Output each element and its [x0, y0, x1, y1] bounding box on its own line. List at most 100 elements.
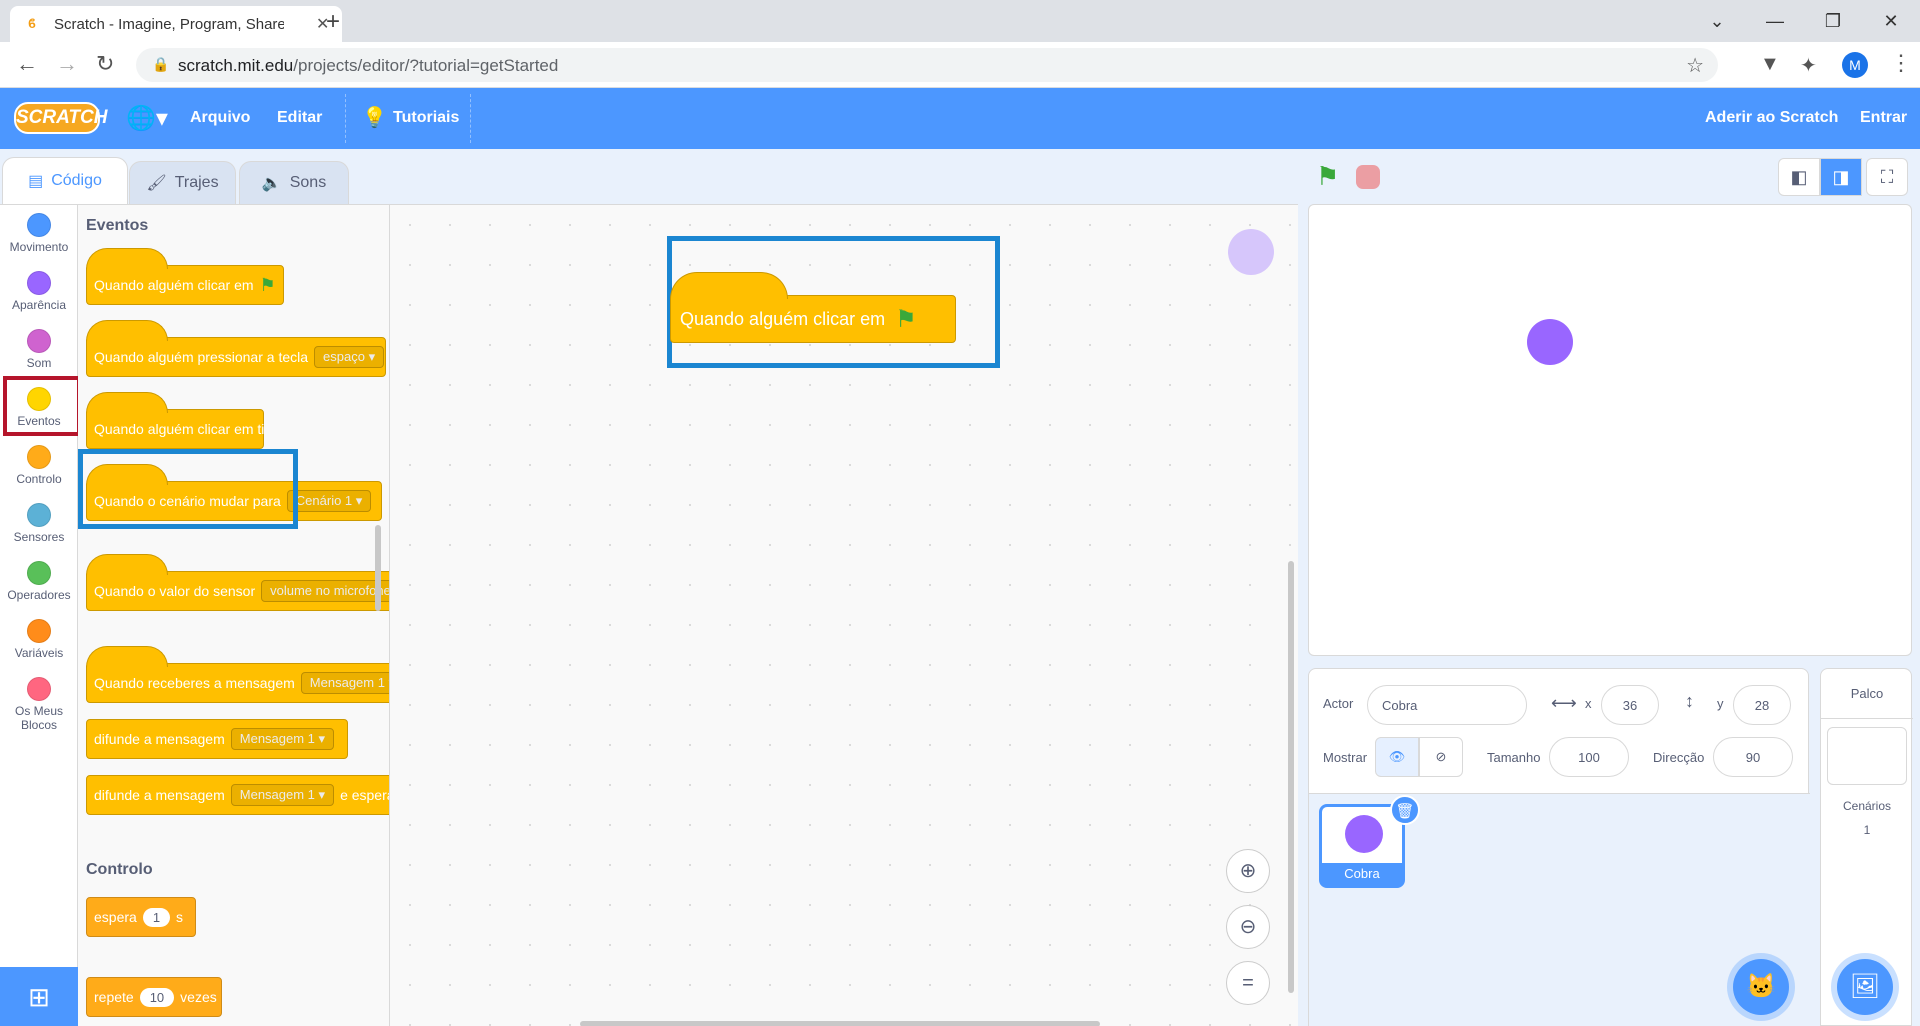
category-label: Os Meus Blocos	[14, 704, 63, 732]
key-dropdown[interactable]: espaço ▾	[314, 346, 385, 368]
stage-sprite-cobra[interactable]	[1527, 319, 1573, 365]
category-label: Variáveis	[14, 646, 64, 660]
code-workspace: Movimento Aparência Som Eventos Controlo…	[0, 204, 1298, 1026]
size-field[interactable]: 100	[1549, 737, 1629, 777]
when-flag-clicked-block[interactable]: Quando alguém clicar em ⚑	[86, 248, 284, 305]
tutorials-lightbulb-icon[interactable]: 💡	[362, 105, 387, 130]
category-label: Controlo	[16, 472, 62, 486]
show-label: Mostrar	[1323, 750, 1368, 765]
puzzle-extensions-icon[interactable]: ✦	[1800, 53, 1817, 78]
menu-file[interactable]: Arquivo	[190, 109, 250, 127]
repeat-input[interactable]: 10	[139, 987, 175, 1007]
script-when-flag-clicked-block[interactable]: Quando alguém clicar em ⚑	[670, 272, 956, 343]
palette-scrollbar[interactable]	[375, 525, 381, 611]
tab-code[interactable]: ▤ Código	[2, 157, 128, 204]
zoom-reset-button[interactable]: =	[1226, 961, 1270, 1005]
block-text: Quando alguém clicar em	[680, 308, 886, 329]
stage-header: ⚑ ◧ ◨ ⛶	[1308, 149, 1920, 204]
bookmark-star-icon[interactable]: ☆	[1686, 53, 1704, 78]
wait-input[interactable]: 1	[142, 907, 171, 927]
backdrop-dropdown[interactable]: Cenário 1 ▾	[286, 490, 372, 512]
language-globe-icon[interactable]: 🌐▾	[126, 104, 168, 133]
broadcast-block[interactable]: difunde a mensagem Mensagem 1 ▾	[86, 719, 348, 759]
stop-button[interactable]	[1356, 165, 1380, 189]
category-sensing[interactable]: Sensores	[0, 503, 78, 544]
when-receive-message-block[interactable]: Quando receberes a mensagem Mensagem 1 ▾	[86, 646, 389, 703]
sign-in-link[interactable]: Entrar	[1860, 109, 1907, 127]
sprite-name-field[interactable]: Cobra	[1367, 685, 1527, 725]
broadcast-wait-dropdown[interactable]: Mensagem 1 ▾	[230, 784, 335, 806]
small-stage-button[interactable]: ◧	[1778, 158, 1820, 196]
message-dropdown[interactable]: Mensagem 1 ▾	[300, 672, 389, 694]
tab-search-icon[interactable]: ⌄	[1688, 11, 1746, 32]
sprite-tile-cobra[interactable]: Cobra 🗑	[1319, 795, 1420, 888]
horizontal-scrollbar[interactable]	[580, 1021, 1100, 1026]
menu-edit[interactable]: Editar	[277, 109, 322, 127]
url-text: scratch.mit.edu/projects/editor/?tutoria…	[178, 56, 558, 76]
category-my-blocks[interactable]: Os Meus Blocos	[0, 677, 78, 732]
category-label: Aparência	[11, 298, 67, 312]
back-icon[interactable]: ←	[16, 51, 38, 77]
category-control[interactable]: Controlo	[0, 445, 78, 486]
script-canvas[interactable]: Quando alguém clicar em ⚑ ⊕ ⊖ =	[390, 205, 1298, 1026]
category-operators[interactable]: Operadores	[0, 561, 78, 602]
when-sprite-clicked-block[interactable]: Quando alguém clicar em ti	[86, 392, 264, 449]
show-visible-button[interactable]: 👁	[1375, 737, 1419, 777]
category-sound[interactable]: Som	[0, 329, 78, 370]
restore-icon[interactable]: ❐	[1804, 11, 1862, 32]
y-label: y	[1717, 696, 1724, 711]
vertical-scrollbar[interactable]	[1288, 561, 1294, 993]
y-field[interactable]: 28	[1733, 685, 1791, 725]
close-window-icon[interactable]: ✕	[1862, 11, 1920, 32]
tab-costumes[interactable]: 🖌 Trajes	[129, 161, 236, 204]
new-tab-icon[interactable]: +	[326, 8, 340, 36]
browser-tab[interactable]: ϐ Scratch - Imagine, Program, Share ✕	[10, 6, 342, 42]
scratch-logo[interactable]: SCRATCH	[14, 102, 107, 134]
browser-menu-icon[interactable]: ⋮	[1890, 50, 1912, 76]
zoom-out-button[interactable]: ⊖	[1226, 905, 1270, 949]
broadcast-and-wait-block[interactable]: difunde a mensagem Mensagem 1 ▾ e espera	[86, 775, 389, 815]
category-looks[interactable]: Aparência	[0, 271, 78, 312]
join-scratch-link[interactable]: Aderir ao Scratch	[1705, 109, 1838, 127]
hide-button[interactable]: ⊘	[1419, 737, 1463, 777]
lock-icon[interactable]: 🔒	[152, 56, 169, 73]
scratch-favicon-icon: ϐ	[28, 16, 36, 31]
repeat-block[interactable]: repete 10 vezes	[86, 977, 222, 1017]
direction-field[interactable]: 90	[1713, 737, 1793, 777]
add-extension-button[interactable]: ⊞	[0, 967, 78, 1026]
stage-canvas[interactable]	[1308, 204, 1912, 656]
block-text: Quando o valor do sensor	[94, 583, 256, 599]
menu-tutorials[interactable]: Tutoriais	[393, 109, 459, 127]
stage-pane-title: Palco	[1821, 669, 1913, 719]
delete-sprite-icon[interactable]: 🗑	[1390, 795, 1420, 825]
category-motion[interactable]: Movimento	[0, 213, 78, 254]
large-stage-button[interactable]: ◨	[1820, 158, 1862, 196]
broadcast-dropdown[interactable]: Mensagem 1 ▾	[230, 728, 335, 750]
stage-target-pane[interactable]: Palco Cenários 1 🖼	[1820, 668, 1913, 1026]
sensor-dropdown[interactable]: volume no microfone ▾	[261, 580, 389, 602]
forward-icon[interactable]: →	[56, 51, 78, 77]
choose-backdrop-button[interactable]: 🖼	[1837, 959, 1893, 1015]
x-field[interactable]: 36	[1601, 685, 1659, 725]
zoom-in-button[interactable]: ⊕	[1226, 849, 1270, 893]
category-variables[interactable]: Variáveis	[0, 619, 78, 660]
when-key-pressed-block[interactable]: Quando alguém pressionar a tecla espaço ▾	[86, 320, 386, 377]
tab-sounds[interactable]: 🔈 Sons	[239, 161, 349, 204]
sound-color-dot	[27, 329, 51, 353]
fullscreen-button[interactable]: ⛶	[1866, 158, 1908, 196]
choose-sprite-button[interactable]: 🐱	[1733, 959, 1789, 1015]
control-color-dot	[27, 445, 51, 469]
tab-code-label: Código	[51, 172, 102, 189]
green-flag-button[interactable]: ⚑	[1316, 161, 1339, 192]
scratch-menubar: SCRATCH 🌐▾ Arquivo Editar 💡 Tutoriais Ad…	[0, 88, 1920, 149]
tab-sounds-label: Sons	[289, 174, 327, 191]
when-sensor-greater-block[interactable]: Quando o valor do sensor volume no microf…	[86, 554, 389, 611]
reload-icon[interactable]: ↻	[96, 51, 114, 77]
extension-icon[interactable]: ▼	[1760, 53, 1780, 76]
minimize-icon[interactable]: —	[1746, 11, 1804, 32]
wait-block[interactable]: espera 1 s	[86, 897, 196, 937]
url-field[interactable]: 🔒 scratch.mit.edu/projects/editor/?tutor…	[136, 48, 1718, 82]
direction-label: Direcção	[1653, 750, 1705, 765]
url-path: /projects/editor/?tutorial=getStarted	[293, 56, 559, 75]
profile-avatar[interactable]: M	[1842, 52, 1868, 78]
